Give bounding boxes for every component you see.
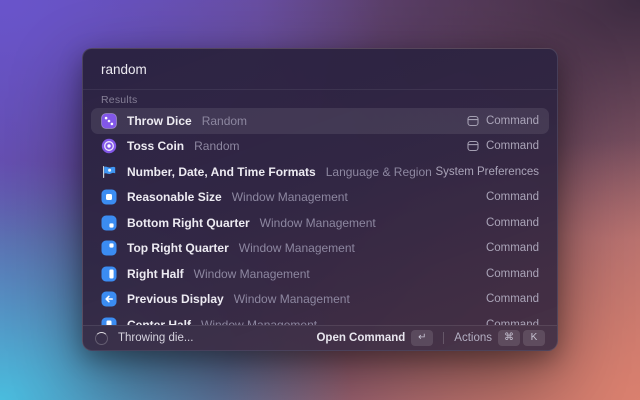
result-title: Right Half (127, 267, 184, 281)
result-title: Toss Coin (127, 139, 184, 153)
result-row-number-date-time-formats[interactable]: Number, Date, And Time Formats Language … (91, 159, 549, 185)
result-accessory: Command (486, 268, 539, 280)
result-subtitle: Random (194, 139, 239, 153)
result-subtitle: Window Management (260, 216, 376, 230)
status-text: Throwing die... (118, 332, 193, 344)
return-key-badge: ↵ (411, 330, 433, 346)
result-title: Throw Dice (127, 114, 192, 128)
dice-icon (101, 113, 117, 129)
k-key-badge: K (523, 330, 545, 346)
result-accessory: Command (486, 217, 539, 229)
command-type-icon (467, 140, 479, 152)
result-accessory: Command (486, 115, 539, 127)
cmd-key-badge: ⌘ (498, 330, 520, 346)
footer-separator (443, 332, 444, 344)
result-title: Bottom Right Quarter (127, 216, 250, 230)
footer-bar: Throwing die... Open Command ↵ Actions ⌘… (83, 325, 557, 350)
center-half-icon (101, 317, 117, 325)
result-title: Reasonable Size (127, 190, 222, 204)
result-row-toss-coin[interactable]: Toss Coin Random Command (91, 134, 549, 160)
open-command-button[interactable]: Open Command ↵ (316, 330, 433, 346)
result-accessory: Command (486, 242, 539, 254)
launcher-window: Results Throw Dice Random Command Toss C… (82, 48, 558, 351)
result-subtitle: Window Management (234, 292, 350, 306)
result-title: Previous Display (127, 292, 224, 306)
result-row-throw-dice[interactable]: Throw Dice Random Command (91, 108, 549, 134)
result-title: Center Half (127, 318, 191, 325)
bottom-right-quarter-icon (101, 215, 117, 231)
result-row-bottom-right-quarter[interactable]: Bottom Right Quarter Window Management C… (91, 210, 549, 236)
result-accessory: Command (486, 140, 539, 152)
flag-icon (101, 164, 117, 180)
result-row-top-right-quarter[interactable]: Top Right Quarter Window Management Comm… (91, 236, 549, 262)
search-bar (83, 49, 557, 89)
reasonable-size-icon (101, 189, 117, 205)
actions-label: Actions (454, 332, 492, 344)
right-half-icon (101, 266, 117, 282)
result-subtitle: Window Management (232, 190, 348, 204)
open-command-label: Open Command (316, 332, 405, 344)
coin-icon (101, 138, 117, 154)
result-row-reasonable-size[interactable]: Reasonable Size Window Management Comman… (91, 185, 549, 211)
actions-button[interactable]: Actions ⌘ K (454, 330, 545, 346)
result-subtitle: Language & Region (326, 165, 432, 179)
top-right-quarter-icon (101, 240, 117, 256)
result-row-previous-display[interactable]: Previous Display Window Management Comma… (91, 287, 549, 313)
result-accessory: Command (486, 191, 539, 203)
command-type-icon (467, 115, 479, 127)
result-accessory: System Preferences (435, 166, 539, 178)
result-subtitle: Window Management (201, 318, 317, 325)
result-row-right-half[interactable]: Right Half Window Management Command (91, 261, 549, 287)
previous-display-icon (101, 291, 117, 307)
result-row-center-half[interactable]: Center Half Window Management Command (91, 312, 549, 325)
result-subtitle: Random (202, 114, 247, 128)
result-accessory: Command (486, 293, 539, 305)
result-subtitle: Window Management (239, 241, 355, 255)
loading-spinner-icon (95, 332, 108, 345)
result-title: Top Right Quarter (127, 241, 229, 255)
result-title: Number, Date, And Time Formats (127, 165, 316, 179)
results-list: Throw Dice Random Command Toss Coin Rand… (83, 108, 557, 325)
results-section-header: Results (83, 90, 557, 108)
search-input[interactable] (83, 49, 557, 89)
result-subtitle: Window Management (194, 267, 310, 281)
